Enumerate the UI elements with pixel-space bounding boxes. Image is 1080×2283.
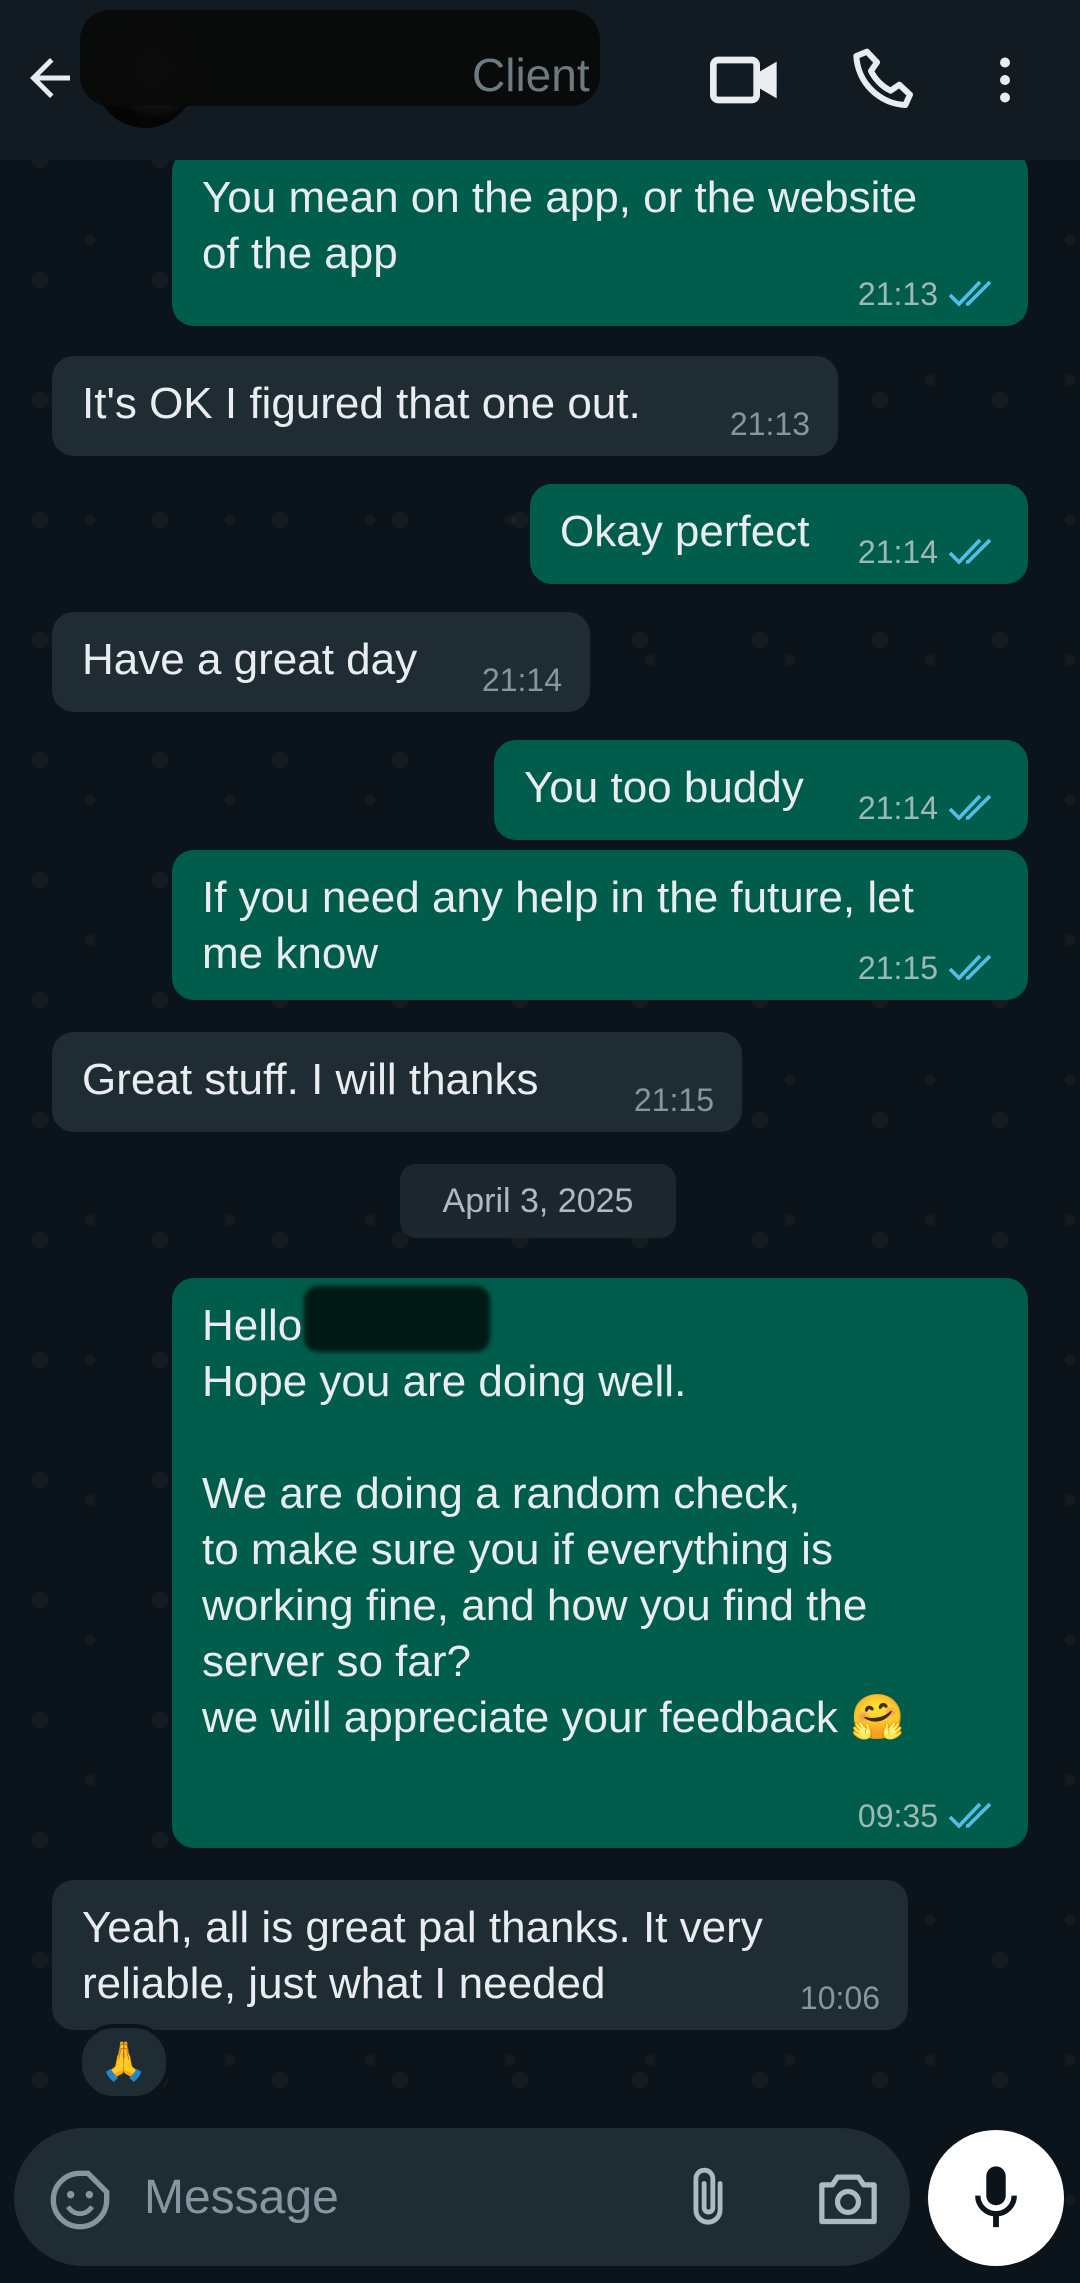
double-check-read-icon bbox=[948, 280, 992, 307]
message-outgoing[interactable]: Okay perfect 21:14 bbox=[530, 484, 1028, 584]
message-time: 21:14 bbox=[481, 662, 562, 698]
message-time: 10:06 bbox=[799, 1980, 880, 2016]
message-incoming[interactable]: Yeah, all is great pal thanks. It very r… bbox=[52, 1880, 908, 2030]
message-time: 21:15 bbox=[633, 1082, 714, 1118]
emoji-sticker-icon[interactable] bbox=[48, 2168, 112, 2232]
message-time: 09:35 bbox=[857, 1798, 938, 1834]
message-incoming[interactable]: Have a great day 21:14 bbox=[52, 612, 590, 712]
double-check-read-icon bbox=[948, 1802, 992, 1829]
mic-icon bbox=[975, 2166, 1017, 2228]
message-incoming[interactable]: It's OK I figured that one out. 21:13 bbox=[52, 356, 838, 456]
reaction-badge[interactable]: 🙏 bbox=[78, 2024, 170, 2100]
message-outgoing[interactable]: You too buddy 21:14 bbox=[494, 740, 1028, 840]
video-call-icon[interactable] bbox=[705, 40, 785, 120]
attach-icon[interactable] bbox=[679, 2164, 737, 2232]
double-check-read-icon bbox=[948, 954, 992, 981]
double-check-read-icon bbox=[948, 538, 992, 565]
chat-header: Client bbox=[0, 0, 1080, 160]
phone-icon[interactable] bbox=[845, 40, 925, 120]
camera-icon[interactable] bbox=[814, 2166, 882, 2230]
message-time: 21:14 bbox=[857, 534, 938, 570]
message-time: 21:15 bbox=[857, 950, 938, 986]
message-incoming[interactable]: Great stuff. I will thanks 21:15 bbox=[52, 1032, 742, 1132]
message-outgoing[interactable]: If you need any help in the future, let … bbox=[172, 850, 1028, 1000]
message-input[interactable]: Message bbox=[144, 2168, 339, 2228]
message-time: 21:14 bbox=[857, 790, 938, 826]
message-outgoing[interactable]: You mean on the app, or the website of t… bbox=[172, 150, 1028, 326]
message-outgoing[interactable]: Hello Shane, Hope you are doing well. We… bbox=[172, 1278, 1028, 1848]
message-text: It's OK I figured that one out. bbox=[82, 379, 641, 428]
message-time: 21:13 bbox=[857, 276, 938, 312]
date-divider: April 3, 2025 bbox=[400, 1164, 676, 1238]
back-arrow-icon[interactable] bbox=[20, 48, 80, 108]
message-text: Great stuff. I will thanks bbox=[82, 1055, 539, 1104]
message-text: Hello Shane, Hope you are doing well. We… bbox=[202, 1301, 905, 1742]
redacted-name-block bbox=[304, 1286, 490, 1352]
more-vert-icon[interactable] bbox=[975, 40, 1035, 120]
message-composer[interactable]: Message bbox=[14, 2128, 910, 2266]
voice-record-button[interactable] bbox=[928, 2130, 1064, 2266]
message-text: You mean on the app, or the website of t… bbox=[202, 173, 918, 278]
message-time: 21:13 bbox=[729, 406, 810, 442]
message-text: Yeah, all is great pal thanks. It very r… bbox=[82, 1903, 763, 2008]
contact-name[interactable]: Client bbox=[472, 40, 590, 110]
double-check-read-icon bbox=[948, 794, 992, 821]
